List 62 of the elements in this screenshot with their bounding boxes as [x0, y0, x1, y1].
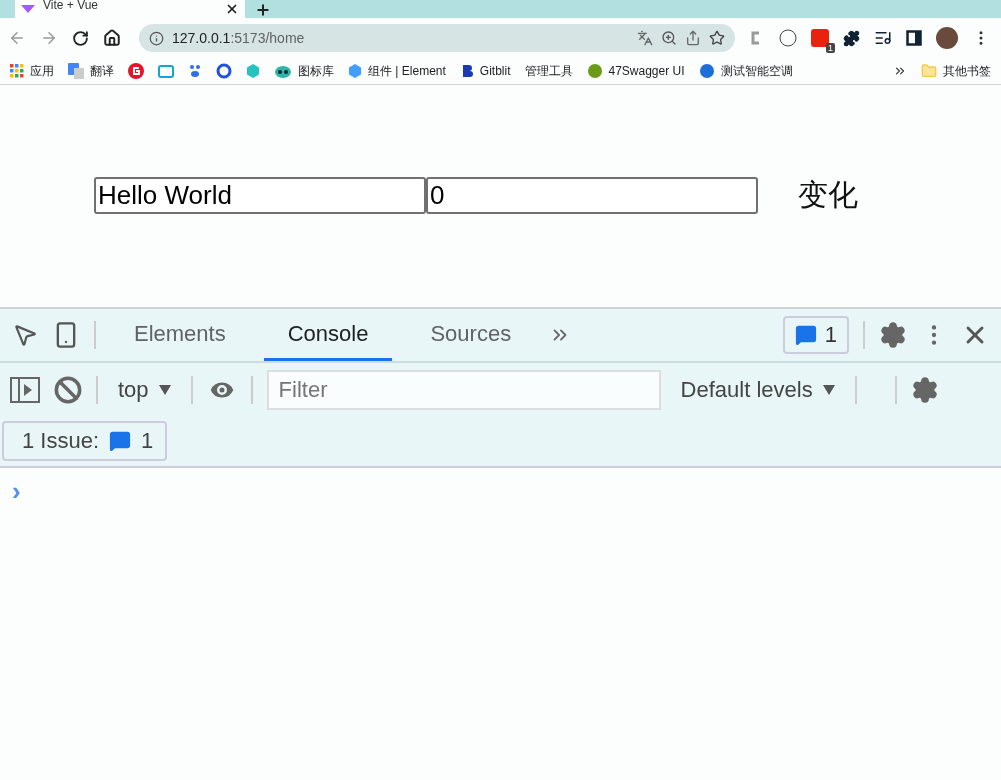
- star-icon[interactable]: [709, 30, 725, 46]
- puzzle-icon[interactable]: [843, 29, 860, 47]
- share-icon[interactable]: [685, 30, 701, 46]
- back-icon[interactable]: [8, 29, 26, 47]
- bookmark-link[interactable]: 组件 | Element: [368, 62, 446, 80]
- address-bar[interactable]: 127.0.0.1:5173/home: [139, 24, 735, 52]
- badge-count: 1: [826, 43, 835, 53]
- folder-icon: [921, 63, 937, 79]
- cube-icon: [348, 63, 362, 79]
- page-text: 变化: [798, 176, 858, 213]
- settings-icon[interactable]: [910, 375, 939, 404]
- issues-button[interactable]: 1: [782, 316, 849, 354]
- forward-icon[interactable]: [40, 29, 58, 47]
- g-logo-icon: [128, 63, 144, 79]
- extension-icon[interactable]: [811, 29, 829, 47]
- ring-icon: [216, 63, 232, 79]
- v-logo-icon: [21, 5, 35, 13]
- translate-icon: [68, 63, 84, 79]
- side-panel-icon[interactable]: [906, 30, 922, 46]
- text-input[interactable]: 0: [426, 176, 758, 214]
- devtools-tab[interactable]: Elements: [110, 309, 250, 361]
- clear-icon[interactable]: [54, 375, 82, 404]
- translate-icon[interactable]: [637, 30, 653, 46]
- close-icon[interactable]: [225, 2, 239, 16]
- sidebar-toggle-icon[interactable]: [10, 376, 40, 403]
- levels-dropdown[interactable]: Default levels: [674, 375, 841, 404]
- inspect-icon[interactable]: [12, 322, 38, 348]
- more-bookmarks-icon[interactable]: [893, 64, 907, 78]
- apps-grid-icon: [10, 64, 24, 78]
- tab-title: Vite + Vue: [43, 0, 100, 11]
- bookmark-folder[interactable]: 其他书签: [943, 62, 991, 80]
- bookmark-link[interactable]: Gitblit: [479, 64, 511, 78]
- url-text: 127.0.0.1:5173/home: [172, 30, 305, 46]
- reload-icon[interactable]: [72, 29, 89, 47]
- filter-field[interactable]: Filter: [266, 369, 661, 410]
- settings-icon[interactable]: [879, 321, 907, 349]
- context-dropdown[interactable]: top: [112, 375, 177, 404]
- browser-tab[interactable]: Vite + Vue: [15, 0, 245, 18]
- caret-icon: [158, 384, 171, 395]
- bookmark-link[interactable]: 测试智能空调: [720, 62, 793, 80]
- bookmark-link[interactable]: 47Swagger UI: [608, 64, 685, 78]
- info-icon[interactable]: [149, 30, 164, 46]
- avatar[interactable]: [936, 27, 958, 49]
- paw-icon: [188, 64, 202, 78]
- console-prompt: ›: [12, 476, 21, 506]
- new-tab-icon[interactable]: [255, 2, 271, 18]
- alien-face-icon: [274, 63, 292, 79]
- media-list-icon[interactable]: [874, 29, 892, 47]
- devtools-tab[interactable]: Sources: [406, 309, 536, 361]
- zoom-icon[interactable]: [661, 30, 677, 46]
- issues-button[interactable]: 1 Issue: 1: [2, 421, 168, 461]
- bookmark-link[interactable]: 图标库: [298, 62, 334, 80]
- message-icon: [794, 324, 817, 346]
- caret-icon: [822, 384, 835, 395]
- tv-icon: [158, 63, 174, 79]
- bookmark-link[interactable]: 翻译: [90, 62, 114, 80]
- home-icon[interactable]: [103, 29, 121, 47]
- hexagon-icon: [246, 63, 260, 79]
- text-input[interactable]: Hello World: [94, 176, 426, 214]
- bookmark-link[interactable]: 管理工具: [524, 62, 573, 80]
- message-icon: [109, 430, 132, 452]
- bookmark-link[interactable]: 应用: [30, 62, 54, 80]
